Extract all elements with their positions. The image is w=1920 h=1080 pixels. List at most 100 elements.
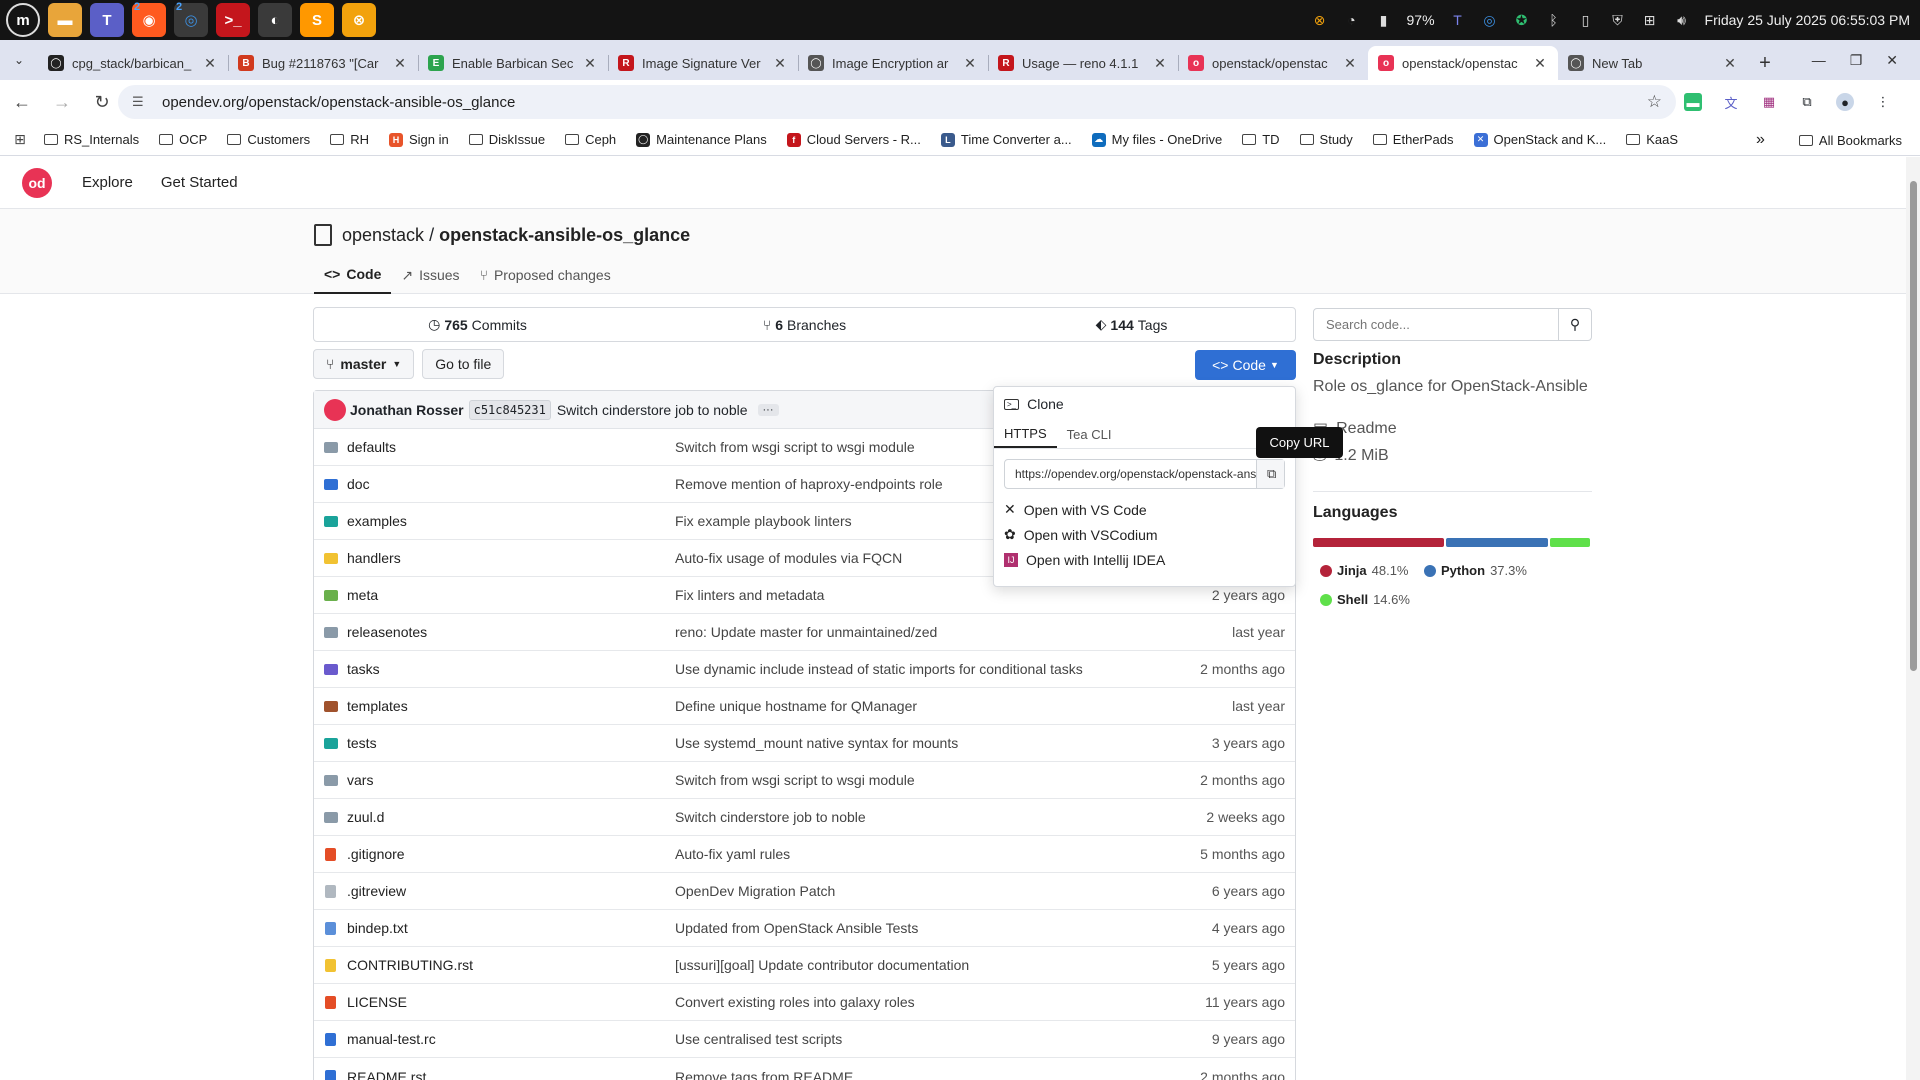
table-row[interactable]: README.rst Remove tags from README 2 month… (314, 1058, 1295, 1080)
restore-icon[interactable]: ❐ (1850, 52, 1863, 69)
commits-link[interactable]: ◷ 765 Commits (314, 316, 641, 333)
table-row[interactable]: CONTRIBUTING.rst [ussuri][goal] Update co… (314, 947, 1295, 984)
reload-icon[interactable]: ↻ (84, 84, 120, 120)
copy-url-button[interactable]: ⧉ (1256, 460, 1284, 488)
tags-link[interactable]: ⬖ 144 Tags (968, 316, 1295, 333)
file-name[interactable]: releasenotes (347, 624, 675, 640)
file-name[interactable]: CONTRIBUTING.rst (347, 957, 675, 973)
tab-code[interactable]: <> Code (314, 256, 392, 294)
table-row[interactable]: bindep.txt Updated from OpenStack Ansible… (314, 910, 1295, 947)
file-name[interactable]: tasks (347, 661, 675, 677)
file-name[interactable]: LICENSE (347, 994, 675, 1010)
file-name[interactable]: meta (347, 587, 675, 603)
mint-menu-icon[interactable]: m (6, 3, 40, 37)
extensions-puzzle-icon[interactable]: ⧉ (1798, 93, 1816, 111)
file-name[interactable]: .gitreview (347, 883, 675, 899)
file-commit-message[interactable]: Switch cinderstore job to noble (675, 809, 866, 825)
commit-message[interactable]: Switch cinderstore job to noble (557, 402, 748, 418)
volume-icon[interactable]: 🔊︎ (1673, 11, 1691, 29)
clock[interactable]: Friday 25 July 2025 06:55:03 PM (1705, 12, 1910, 28)
bookmark-item[interactable]: EtherPads (1363, 132, 1464, 147)
file-name[interactable]: .gitignore (347, 846, 675, 862)
search-code-input[interactable] (1314, 309, 1558, 340)
search-button[interactable]: ⚲ (1558, 309, 1591, 340)
file-commit-message[interactable]: [ussuri][goal] Update contributor docume… (675, 957, 969, 973)
nav-get-started[interactable]: Get Started (161, 174, 238, 191)
table-row[interactable]: zuul.d Switch cinderstore job to noble 2 w… (314, 799, 1295, 836)
browser-tab[interactable]: ◯ Image Encryption ar ✕ (798, 46, 988, 80)
bookmark-item[interactable]: RH (320, 132, 379, 147)
avatar[interactable] (324, 398, 346, 421)
file-commit-message[interactable]: Use centralised test scripts (675, 1031, 842, 1047)
file-commit-message[interactable]: Convert existing roles into galaxy roles (675, 994, 915, 1010)
table-row[interactable]: manual-test.rc Use centralised test scrip… (314, 1021, 1295, 1058)
translate-extension-icon[interactable]: 文 (1722, 93, 1740, 111)
table-row[interactable]: releasenotes reno: Update master for unma… (314, 614, 1295, 651)
bookmark-item[interactable]: f Cloud Servers - R... (777, 132, 931, 147)
file-commit-message[interactable]: Fix linters and metadata (675, 587, 824, 603)
file-commit-message[interactable]: Use systemd_mount native syntax for moun… (675, 735, 958, 751)
go-to-file-button[interactable]: Go to file (422, 349, 505, 379)
bookmark-item[interactable]: L Time Converter a... (931, 132, 1082, 147)
tab-close-icon[interactable]: ✕ (1722, 55, 1738, 72)
bookmark-item[interactable]: OCP (149, 132, 217, 147)
new-tab-button[interactable]: + (1748, 46, 1782, 80)
app-tray-icon[interactable]: ⊗ (1311, 11, 1329, 29)
branches-link[interactable]: ⑂ 6 Branches (641, 317, 968, 333)
file-commit-message[interactable]: Auto-fix usage of modules via FQCN (675, 550, 902, 566)
bookmark-item[interactable]: DiskIssue (459, 132, 555, 147)
nav-explore[interactable]: Explore (82, 174, 133, 191)
page-scrollbar[interactable] (1906, 157, 1920, 1080)
tab-close-icon[interactable]: ✕ (772, 55, 788, 72)
table-row[interactable]: LICENSE Convert existing roles into galax… (314, 984, 1295, 1021)
file-name[interactable]: tests (347, 735, 675, 751)
address-bar[interactable]: ☰ opendev.org/openstack/openstack-ansibl… (118, 85, 1676, 119)
files-icon[interactable]: ▬ (48, 3, 82, 37)
app-icon[interactable]: ◉ 2 (132, 1, 166, 37)
tab-issues[interactable]: ↗ Issues (391, 256, 469, 294)
teams-icon[interactable]: T (90, 3, 124, 37)
app-icon[interactable]: ⊗ (342, 3, 376, 37)
file-name[interactable]: defaults (347, 439, 675, 455)
file-commit-message[interactable]: Use dynamic include instead of static im… (675, 661, 1083, 677)
tab-close-icon[interactable]: ✕ (202, 55, 218, 72)
file-commit-message[interactable]: Remove mention of haproxy-endpoints role (675, 476, 943, 492)
bookmark-item[interactable]: Customers (217, 132, 320, 147)
commit-author[interactable]: Jonathan Rosser (350, 402, 464, 418)
browser-tab[interactable]: R Usage — reno 4.1.1 ✕ (988, 46, 1178, 80)
battery-icon[interactable]: ▮ (1375, 11, 1393, 29)
teams-tray-icon[interactable]: T (1449, 11, 1467, 29)
repo-name-link[interactable]: openstack-ansible-os_glance (439, 225, 690, 246)
file-commit-message[interactable]: Updated from OpenStack Ansible Tests (675, 920, 918, 936)
tab-close-icon[interactable]: ✕ (1342, 55, 1358, 72)
app-icon[interactable]: ◐ (258, 3, 292, 37)
terminal-icon[interactable]: >_ (216, 3, 250, 37)
code-dropdown-button[interactable]: <> Code ▼ (1195, 350, 1296, 380)
file-commit-message[interactable]: Define unique hostname for QManager (675, 698, 917, 714)
bookmark-star-icon[interactable]: ☆ (1647, 92, 1662, 112)
clone-url-text[interactable]: https://opendev.org/openstack/openstack-… (1005, 467, 1256, 481)
file-name[interactable]: manual-test.rc (347, 1031, 675, 1047)
chrome-tray-icon[interactable]: ◎ (1481, 11, 1499, 29)
tab-https[interactable]: HTTPS (994, 421, 1057, 448)
branch-selector[interactable]: ⑂ master ▼ (313, 349, 415, 379)
minimize-icon[interactable]: — (1812, 52, 1826, 68)
extension-green-icon[interactable]: ▬ (1684, 93, 1702, 111)
commit-sha[interactable]: c51c845231 (468, 399, 551, 420)
tab-search-chevron-icon[interactable]: ⌄ (0, 40, 38, 80)
sync-tray-icon[interactable]: ✪ (1513, 11, 1531, 29)
browser-tab[interactable]: R Image Signature Ver ✕ (608, 46, 798, 80)
apps-grid-icon[interactable]: ⊞ (0, 131, 34, 148)
scrollbar-thumb[interactable] (1910, 181, 1917, 671)
bookmark-item[interactable]: ✕ OpenStack and K... (1464, 132, 1617, 147)
tab-tea-cli[interactable]: Tea CLI (1057, 421, 1122, 448)
bookmark-item[interactable]: ◯ Maintenance Plans (626, 132, 777, 147)
site-info-icon[interactable]: ☰ (132, 94, 150, 110)
table-row[interactable]: templates Define unique hostname for QMan… (314, 688, 1295, 725)
open-with-vscodium[interactable]: ✿ Open with VSCodium (994, 522, 1295, 547)
file-name[interactable]: examples (347, 513, 675, 529)
file-commit-message[interactable]: Fix example playbook linters (675, 513, 852, 529)
table-row[interactable]: .gitreview OpenDev Migration Patch 6 years… (314, 873, 1295, 910)
close-window-icon[interactable]: ✕ (1886, 52, 1898, 69)
clone-url-field[interactable]: https://opendev.org/openstack/openstack-… (1004, 459, 1285, 489)
